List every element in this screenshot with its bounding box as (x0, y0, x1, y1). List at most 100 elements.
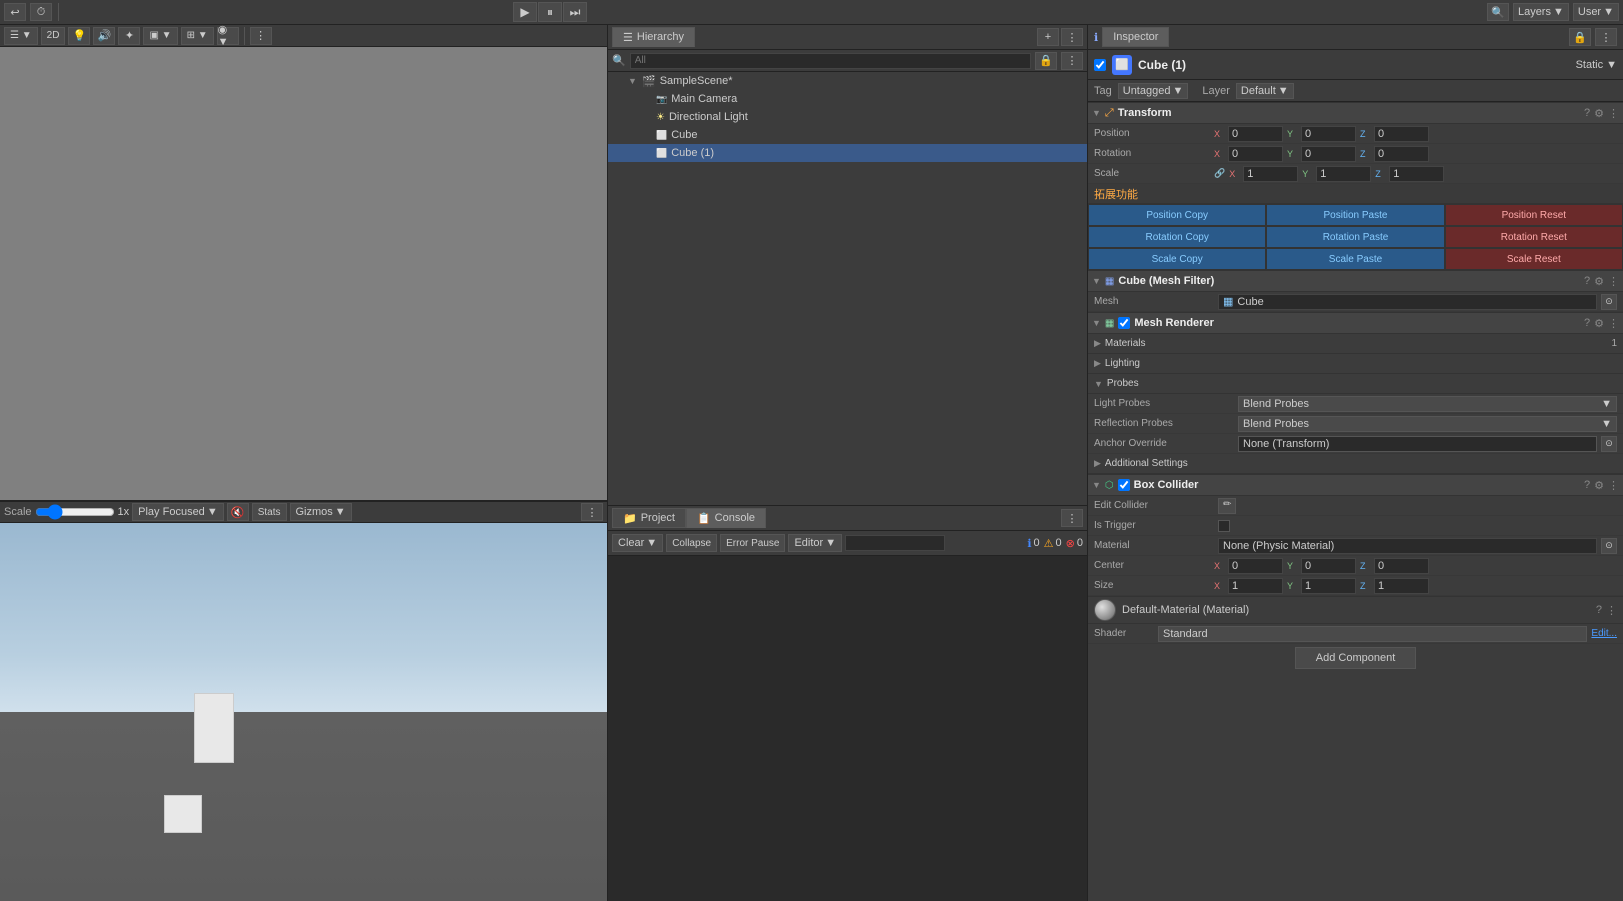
mat-help-icon[interactable]: ? (1596, 604, 1602, 617)
mf-help-icon[interactable]: ? (1584, 275, 1590, 288)
transform-menu-icon[interactable]: ⋮ (1608, 107, 1619, 120)
edit-shader-btn[interactable]: Edit... (1591, 628, 1617, 639)
mute-btn[interactable]: 🔇 (227, 503, 249, 521)
size-z-field[interactable]: 1 (1374, 578, 1429, 594)
undo-btn[interactable]: ↩ (4, 3, 26, 21)
scene-root-item[interactable]: ▼ 🎬 SampleScene* (608, 72, 1087, 90)
collapse-btn[interactable]: Collapse (666, 534, 717, 552)
inspector-tab[interactable]: Inspector (1102, 27, 1169, 47)
mr-menu-icon[interactable]: ⋮ (1608, 317, 1619, 330)
mat-menu-icon[interactable]: ⋮ (1606, 604, 1617, 617)
play-focused-btn[interactable]: Play Focused ▼ (132, 503, 224, 521)
stats-btn[interactable]: Stats (252, 503, 287, 521)
hierarchy-tab[interactable]: ☰ Hierarchy (612, 27, 695, 47)
hierarchy-options-btn[interactable]: ⋮ (1061, 52, 1083, 70)
layers-dropdown[interactable]: Layers ▼ (1513, 3, 1569, 21)
is-trigger-checkbox[interactable] (1218, 520, 1230, 532)
scale-copy-btn[interactable]: Scale Copy (1088, 248, 1266, 270)
scale-z-field[interactable]: 1 (1389, 166, 1444, 182)
scale-reset-btn[interactable]: Scale Reset (1445, 248, 1623, 270)
additional-settings-subheader[interactable]: ▶ Additional Settings (1088, 454, 1623, 474)
materials-subheader[interactable]: ▶ Materials 1 (1088, 334, 1623, 354)
play-button[interactable]: ▶ (513, 2, 537, 22)
probes-subheader[interactable]: ▼ Probes (1088, 374, 1623, 394)
game-canvas[interactable] (0, 523, 607, 901)
mr-help-icon[interactable]: ? (1584, 317, 1590, 330)
inspector-lock-btn[interactable]: 🔒 (1569, 28, 1591, 46)
rot-y-field[interactable]: 0 (1301, 146, 1356, 162)
collider-material-select-btn[interactable]: ⊙ (1601, 538, 1617, 554)
mr-settings-icon[interactable]: ⚙ (1594, 317, 1604, 330)
hierarchy-item-light[interactable]: ☀ Directional Light (608, 108, 1087, 126)
gizmos-btn[interactable]: Gizmos ▼ (290, 503, 352, 521)
hierarchy-item-cube1[interactable]: ⬜ Cube (1) (608, 144, 1087, 162)
console-search[interactable] (845, 535, 945, 551)
user-dropdown[interactable]: User ▼ (1573, 3, 1619, 21)
scale-slider[interactable] (35, 506, 115, 518)
inspector-menu-btn[interactable]: ⋮ (1595, 28, 1617, 46)
mf-settings-icon[interactable]: ⚙ (1594, 275, 1604, 288)
error-pause-btn[interactable]: Error Pause (720, 534, 785, 552)
overlay-dropdown[interactable]: ⊞ ▼ (181, 27, 214, 45)
scale-paste-btn[interactable]: Scale Paste (1266, 248, 1444, 270)
hierarchy-item-camera[interactable]: 📷 Main Camera (608, 90, 1087, 108)
clear-btn[interactable]: Clear ▼ (612, 534, 663, 552)
anchor-select-btn[interactable]: ⊙ (1601, 436, 1617, 452)
editor-btn[interactable]: Editor ▼ (788, 534, 842, 552)
light-toggle[interactable]: 💡 (68, 27, 90, 45)
rotation-reset-btn[interactable]: Rotation Reset (1445, 226, 1623, 248)
rotation-copy-btn[interactable]: Rotation Copy (1088, 226, 1266, 248)
box-collider-header[interactable]: ▼ ⬡ Box Collider ? ⚙ ⋮ (1088, 474, 1623, 496)
shader-dropdown[interactable]: Standard (1158, 626, 1587, 642)
view-dropdown[interactable]: ▣ ▼ (143, 27, 177, 45)
edit-collider-btn[interactable]: ✏ (1218, 498, 1236, 514)
mr-enabled-checkbox[interactable] (1118, 317, 1130, 329)
position-copy-btn[interactable]: Position Copy (1088, 204, 1266, 226)
light-probes-dropdown[interactable]: Blend Probes ▼ (1238, 396, 1617, 412)
bc-help-icon[interactable]: ? (1584, 479, 1590, 492)
gizmo-toggle[interactable]: ◉ ▼ (217, 27, 239, 45)
size-y-field[interactable]: 1 (1301, 578, 1356, 594)
center-z-field[interactable]: 0 (1374, 558, 1429, 574)
bc-enabled-checkbox[interactable] (1118, 479, 1130, 491)
scale-x-field[interactable]: 1 (1243, 166, 1298, 182)
layer-dropdown[interactable]: Default ▼ (1236, 83, 1294, 99)
mesh-renderer-header[interactable]: ▼ ▦ Mesh Renderer ? ⚙ ⋮ (1088, 312, 1623, 334)
project-tab[interactable]: 📁 Project (612, 508, 686, 528)
transform-help-icon[interactable]: ? (1584, 107, 1590, 120)
game-menu-icon[interactable]: ⋮ (581, 503, 603, 521)
2d-toggle[interactable]: 2D (41, 27, 66, 45)
lighting-subheader[interactable]: ▶ Lighting (1088, 354, 1623, 374)
scale-y-field[interactable]: 1 (1316, 166, 1371, 182)
hand-tool[interactable]: ☰ ▼ (4, 27, 38, 45)
console-tab[interactable]: 📋 Console (686, 508, 766, 528)
tag-dropdown[interactable]: Untagged ▼ (1118, 83, 1189, 99)
size-x-field[interactable]: 1 (1228, 578, 1283, 594)
rot-x-field[interactable]: 0 (1228, 146, 1283, 162)
pause-button[interactable]: ⏸ (538, 2, 562, 22)
hierarchy-item-cube[interactable]: ⬜ Cube (608, 126, 1087, 144)
pos-x-field[interactable]: 0 (1228, 126, 1283, 142)
menu-icon[interactable]: ⋮ (250, 27, 272, 45)
rotation-paste-btn[interactable]: Rotation Paste (1266, 226, 1444, 248)
reflection-probes-dropdown[interactable]: Blend Probes ▼ (1238, 416, 1617, 432)
pos-z-field[interactable]: 0 (1374, 126, 1429, 142)
console-menu-btn[interactable]: ⋮ (1061, 509, 1083, 527)
audio-toggle[interactable]: 🔊 (93, 27, 115, 45)
mf-menu-icon[interactable]: ⋮ (1608, 275, 1619, 288)
step-button[interactable]: ⏭ (563, 2, 587, 22)
position-paste-btn[interactable]: Position Paste (1266, 204, 1444, 226)
bc-settings-icon[interactable]: ⚙ (1594, 479, 1604, 492)
hierarchy-menu-btn[interactable]: ⋮ (1061, 28, 1083, 46)
bc-menu-icon[interactable]: ⋮ (1608, 479, 1619, 492)
transform-settings-icon[interactable]: ⚙ (1594, 107, 1604, 120)
add-component-btn[interactable]: Add Component (1295, 647, 1417, 669)
hierarchy-lock-btn[interactable]: 🔒 (1035, 52, 1057, 70)
hierarchy-add-btn[interactable]: + (1037, 28, 1059, 46)
position-reset-btn[interactable]: Position Reset (1445, 204, 1623, 226)
center-y-field[interactable]: 0 (1301, 558, 1356, 574)
fx-toggle[interactable]: ✦ (118, 27, 140, 45)
mesh-select-btn[interactable]: ⊙ (1601, 294, 1617, 310)
search-btn[interactable]: 🔍 (1487, 3, 1509, 21)
active-checkbox[interactable] (1094, 59, 1106, 71)
